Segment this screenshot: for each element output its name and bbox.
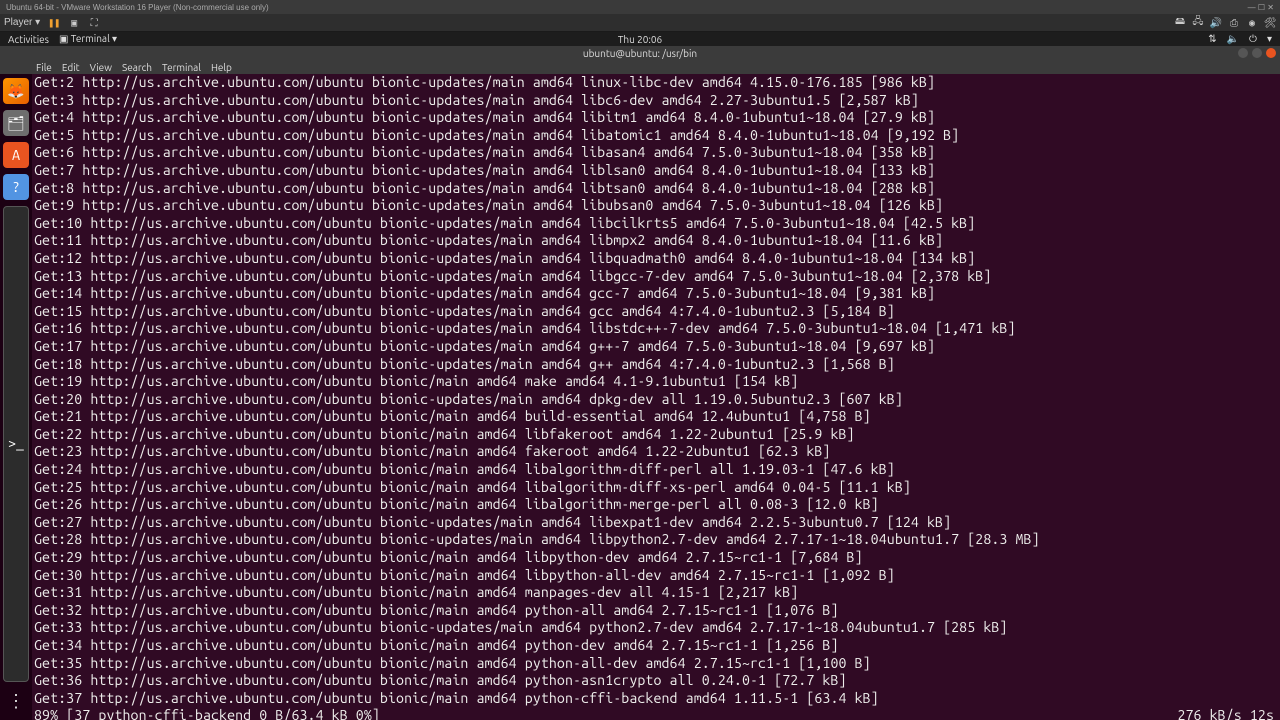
vmware-pause-icon[interactable]: ❚❚: [48, 17, 60, 29]
menu-file[interactable]: File: [36, 62, 52, 73]
close-button[interactable]: [1266, 48, 1276, 58]
terminal-line: Get:16 http://us.archive.ubuntu.com/ubun…: [34, 320, 1278, 338]
window-titlebar[interactable]: ubuntu@ubuntu: /usr/bin: [0, 46, 1280, 60]
vmware-title: Ubuntu 64-bit - VMware Workstation 16 Pl…: [6, 3, 269, 12]
dock-terminal-icon[interactable]: >_: [3, 206, 29, 682]
power-indicator-icon[interactable]: ⏻: [1249, 33, 1257, 45]
gnome-topbar: Activities ▣ Terminal ▾ Thu 20:06 ⇅ 🔈 ⏻ …: [0, 32, 1280, 46]
dock-help-icon[interactable]: ?: [3, 174, 29, 200]
gnome-dock: 🦊 🗂 A ? >_ ⋮⋮⋮: [0, 74, 32, 720]
terminal-output[interactable]: Get:2 http://us.archive.ubuntu.com/ubunt…: [32, 74, 1280, 720]
window-title: ubuntu@ubuntu: /usr/bin: [583, 48, 697, 59]
menu-view[interactable]: View: [90, 62, 112, 73]
vmware-cd-icon[interactable]: ◉: [1246, 17, 1258, 29]
terminal-line: Get:22 http://us.archive.ubuntu.com/ubun…: [34, 426, 1278, 444]
terminal-line: Get:2 http://us.archive.ubuntu.com/ubunt…: [34, 74, 1278, 92]
terminal-line: Get:25 http://us.archive.ubuntu.com/ubun…: [34, 479, 1278, 497]
terminal-line: Get:20 http://us.archive.ubuntu.com/ubun…: [34, 391, 1278, 409]
dock-files-icon[interactable]: 🗂: [3, 110, 29, 136]
window-controls: [1238, 48, 1276, 58]
network-indicator-icon[interactable]: ⇅: [1208, 33, 1216, 45]
terminal-line: Get:36 http://us.archive.ubuntu.com/ubun…: [34, 672, 1278, 690]
terminal-line: Get:32 http://us.archive.ubuntu.com/ubun…: [34, 602, 1278, 620]
terminal-line: Get:17 http://us.archive.ubuntu.com/ubun…: [34, 338, 1278, 356]
system-menu-chevron-icon[interactable]: ▾: [1267, 33, 1272, 45]
terminal-line: Get:37 http://us.archive.ubuntu.com/ubun…: [34, 690, 1278, 708]
menu-help[interactable]: Help: [211, 62, 232, 73]
dock-show-apps-icon[interactable]: ⋮⋮⋮: [3, 688, 29, 714]
terminal-line: Get:15 http://us.archive.ubuntu.com/ubun…: [34, 303, 1278, 321]
vmware-titlebar: Ubuntu 64-bit - VMware Workstation 16 Pl…: [0, 0, 1280, 14]
terminal-line: Get:14 http://us.archive.ubuntu.com/ubun…: [34, 285, 1278, 303]
minimize-button[interactable]: [1238, 48, 1248, 58]
vmware-sound-icon[interactable]: 🔊: [1210, 17, 1222, 29]
activities-button[interactable]: Activities: [8, 34, 49, 45]
sound-indicator-icon[interactable]: 🔈: [1227, 33, 1239, 45]
vmware-toolbar: Player ▾ ❚❚ ▣ ⛶ 🖴 🖧 🔊 ⎙ ◉ 🛠: [0, 14, 1280, 32]
vmware-snapshot-icon[interactable]: ▣: [68, 17, 80, 29]
menu-search[interactable]: Search: [122, 62, 152, 73]
terminal-line: Get:23 http://us.archive.ubuntu.com/ubun…: [34, 443, 1278, 461]
vmware-device-icon[interactable]: 🖴: [1174, 17, 1186, 29]
terminal-line: Get:26 http://us.archive.ubuntu.com/ubun…: [34, 496, 1278, 514]
dock-firefox-icon[interactable]: 🦊: [3, 78, 29, 104]
terminal-line: Get:11 http://us.archive.ubuntu.com/ubun…: [34, 232, 1278, 250]
terminal-line: Get:9 http://us.archive.ubuntu.com/ubunt…: [34, 197, 1278, 215]
terminal-menubar: File Edit View Search Terminal Help: [0, 60, 1280, 74]
menu-edit[interactable]: Edit: [62, 62, 80, 73]
vmware-usb-icon[interactable]: ⎙: [1228, 17, 1240, 29]
dock-software-icon[interactable]: A: [3, 142, 29, 168]
terminal-line: Get:29 http://us.archive.ubuntu.com/ubun…: [34, 549, 1278, 567]
vmware-network-icon[interactable]: 🖧: [1192, 17, 1204, 29]
terminal-line: Get:21 http://us.archive.ubuntu.com/ubun…: [34, 408, 1278, 426]
terminal-line: Get:27 http://us.archive.ubuntu.com/ubun…: [34, 514, 1278, 532]
app-menu[interactable]: ▣ Terminal ▾: [59, 33, 117, 45]
terminal-line: Get:8 http://us.archive.ubuntu.com/ubunt…: [34, 180, 1278, 198]
terminal-line: Get:5 http://us.archive.ubuntu.com/ubunt…: [34, 127, 1278, 145]
terminal-line: Get:4 http://us.archive.ubuntu.com/ubunt…: [34, 109, 1278, 127]
terminal-line: Get:24 http://us.archive.ubuntu.com/ubun…: [34, 461, 1278, 479]
terminal-line: Get:31 http://us.archive.ubuntu.com/ubun…: [34, 584, 1278, 602]
terminal-line: Get:12 http://us.archive.ubuntu.com/ubun…: [34, 250, 1278, 268]
maximize-button[interactable]: [1252, 48, 1262, 58]
vmware-window-controls[interactable]: — ☐ ✕: [1248, 3, 1274, 12]
vmware-fullscreen-icon[interactable]: ⛶: [88, 17, 100, 29]
apt-progress-right: 276 kB/s 12s: [1177, 707, 1278, 720]
terminal-line: Get:33 http://us.archive.ubuntu.com/ubun…: [34, 619, 1278, 637]
apt-progress-line: 89% [37 python-cffi-backend 0 B/63.4 kB …: [34, 707, 1278, 720]
terminal-line: Get:19 http://us.archive.ubuntu.com/ubun…: [34, 373, 1278, 391]
terminal-line: Get:13 http://us.archive.ubuntu.com/ubun…: [34, 268, 1278, 286]
gnome-clock[interactable]: Thu 20:06: [618, 34, 662, 45]
terminal-line: Get:35 http://us.archive.ubuntu.com/ubun…: [34, 655, 1278, 673]
vmware-tools-icon[interactable]: 🛠: [1264, 17, 1276, 29]
menu-terminal[interactable]: Terminal: [162, 62, 201, 73]
vmware-player-menu[interactable]: Player ▾: [4, 17, 40, 28]
terminal-line: Get:30 http://us.archive.ubuntu.com/ubun…: [34, 567, 1278, 585]
terminal-line: Get:18 http://us.archive.ubuntu.com/ubun…: [34, 356, 1278, 374]
terminal-line: Get:10 http://us.archive.ubuntu.com/ubun…: [34, 215, 1278, 233]
terminal-line: Get:7 http://us.archive.ubuntu.com/ubunt…: [34, 162, 1278, 180]
apt-progress-left: 89% [37 python-cffi-backend 0 B/63.4 kB …: [34, 707, 380, 720]
terminal-line: Get:3 http://us.archive.ubuntu.com/ubunt…: [34, 92, 1278, 110]
terminal-line: Get:6 http://us.archive.ubuntu.com/ubunt…: [34, 144, 1278, 162]
terminal-line: Get:28 http://us.archive.ubuntu.com/ubun…: [34, 531, 1278, 549]
terminal-line: Get:34 http://us.archive.ubuntu.com/ubun…: [34, 637, 1278, 655]
